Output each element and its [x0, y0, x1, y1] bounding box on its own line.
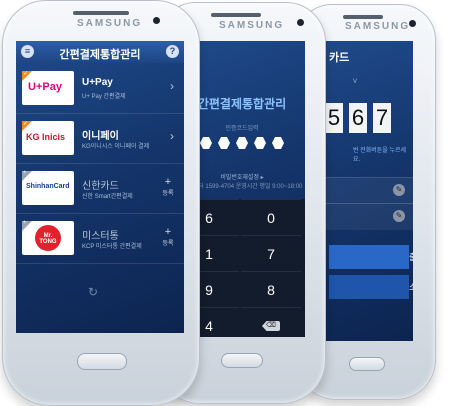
- pin-dot: [272, 137, 284, 149]
- help-button[interactable]: ?: [166, 45, 179, 58]
- card-title: 카드: [329, 52, 350, 64]
- register-label: 등록: [162, 241, 174, 247]
- item-description: 신한 Smart간편결제: [82, 194, 133, 200]
- earpiece: [211, 13, 261, 17]
- home-button[interactable]: [77, 353, 127, 370]
- app-header: ≡ 간편결제통합관리 ?: [16, 41, 184, 63]
- key-8[interactable]: 8: [241, 271, 301, 308]
- digit-2: 6: [349, 103, 367, 133]
- edit-icon[interactable]: ✎: [393, 184, 405, 196]
- earpiece: [343, 15, 383, 19]
- card-row-2[interactable]: ✎: [319, 203, 413, 230]
- app-title: 간편결제통합관리: [59, 49, 141, 61]
- register-button[interactable]: + 등록: [159, 176, 177, 198]
- home-button[interactable]: [349, 357, 385, 371]
- brand-label: SAMSUNG: [219, 20, 285, 31]
- logo-text: U+Pay: [28, 81, 62, 93]
- register-button[interactable]: + 등록: [159, 226, 177, 248]
- camera-icon: [153, 17, 160, 24]
- plus-icon: +: [164, 226, 172, 238]
- card-small-label: V: [353, 79, 358, 85]
- pin-dot: [200, 137, 212, 149]
- camera-icon: [297, 19, 304, 26]
- kg-inicis-logo: ✓ KG Inicis: [22, 121, 74, 155]
- call-note: 번 전화버튼을 누르세요.: [353, 148, 407, 163]
- item-description: U+ Pay 간편결제: [82, 94, 126, 100]
- action-button-2[interactable]: 소: [329, 275, 413, 299]
- logo-text: KG Inicis: [26, 132, 66, 142]
- plus-icon: +: [164, 176, 172, 188]
- phone-1: SAMSUNG ≡ 간편결제통합관리 ? ✓ U+Pay U+Pay U+ Pa…: [2, 0, 200, 406]
- digit-1: 5: [325, 103, 343, 133]
- brand-label: SAMSUNG: [77, 18, 143, 29]
- mr-tong-logo: + Mr. TONG: [22, 220, 74, 255]
- pin-dot: [254, 137, 266, 149]
- item-name: U+Pay: [82, 77, 113, 88]
- pin-dot: [236, 137, 248, 149]
- shinhan-card-logo: + ShinhanCard: [22, 170, 74, 205]
- key-7[interactable]: 7: [241, 235, 301, 272]
- list-item[interactable]: ✓ KG Inicis 이니페이 KG이니시스 이니페이 결제 ›: [16, 113, 184, 164]
- uplus-pay-logo: ✓ U+Pay: [22, 71, 74, 105]
- backspace-icon: ⌫: [262, 321, 280, 331]
- chevron-right-icon[interactable]: ›: [170, 129, 174, 143]
- digit-3: 7: [373, 103, 391, 133]
- brand-label: SAMSUNG: [345, 21, 411, 32]
- list-item[interactable]: + ShinhanCard 신한카드 신한 Smart간편결제 + 등록: [16, 163, 184, 214]
- pin-dot: [218, 137, 230, 149]
- item-description: KG이니시스 이니페이 결제: [82, 144, 150, 150]
- key-delete[interactable]: ⌫: [241, 307, 301, 337]
- item-name: 신한카드: [82, 181, 119, 192]
- camera-icon: [409, 20, 416, 27]
- register-label: 등록: [162, 191, 174, 197]
- list-item[interactable]: ✓ U+Pay U+Pay U+ Pay 간편결제 ›: [16, 63, 184, 114]
- logo-text: Mr. TONG: [39, 233, 57, 245]
- screen-3: 카드 V 5 6 7 번 전화버튼을 누르세요. ✎ ✎ 출 소: [319, 41, 413, 341]
- refresh-icon[interactable]: ↻: [88, 285, 98, 299]
- edit-icon[interactable]: ✎: [393, 210, 405, 222]
- action-button-1[interactable]: 출: [329, 245, 413, 269]
- key-0[interactable]: 0: [241, 199, 301, 236]
- screen-1: ≡ 간편결제통합관리 ? ✓ U+Pay U+Pay U+ Pay 간편결제 ›…: [16, 41, 184, 333]
- logo-text: ShinhanCard: [26, 183, 70, 190]
- card-row-1[interactable]: ✎: [319, 177, 413, 204]
- list-item[interactable]: + Mr. TONG 미스터통 KCP 미스터통 간편결제 + 등록: [16, 213, 184, 264]
- home-button[interactable]: [221, 353, 263, 368]
- item-name: 미스터통: [82, 231, 119, 242]
- item-name: 이니페이: [82, 131, 119, 142]
- chevron-right-icon[interactable]: ›: [170, 79, 174, 93]
- item-description: KCP 미스터통 간편결제: [82, 244, 142, 250]
- earpiece: [73, 11, 129, 15]
